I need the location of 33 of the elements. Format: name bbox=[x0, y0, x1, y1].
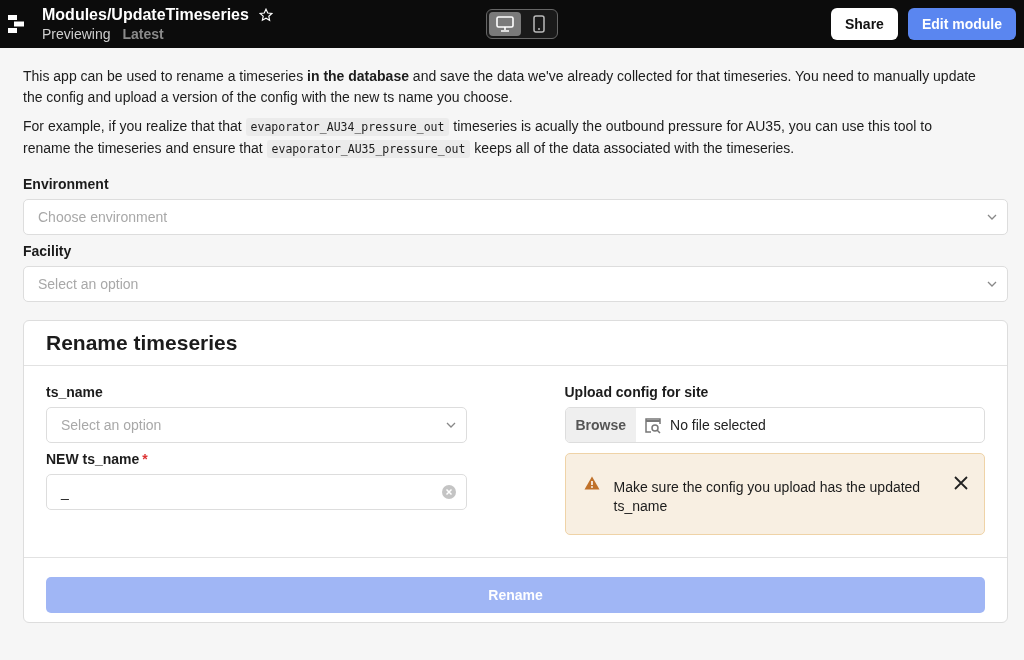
input-field[interactable]: _ bbox=[46, 474, 467, 510]
star-icon[interactable] bbox=[258, 8, 273, 22]
close-icon bbox=[954, 476, 968, 490]
field-label: NEW ts_name bbox=[46, 451, 140, 467]
required-mark: * bbox=[142, 451, 148, 467]
mode-label: Previewing bbox=[42, 26, 111, 42]
warning-icon bbox=[583, 476, 600, 490]
alert-message: Make sure the config you upload has the updated ts_name bbox=[613, 478, 922, 516]
field-label: ts_name bbox=[46, 384, 103, 400]
chevron-down-icon bbox=[987, 281, 997, 287]
browse-button[interactable]: Browse bbox=[565, 408, 637, 442]
file-status: No file selected bbox=[670, 417, 766, 433]
monitor-icon bbox=[495, 16, 514, 32]
edit-module-button[interactable]: Edit module bbox=[907, 8, 1016, 40]
file-input[interactable]: Browse No file selected bbox=[564, 407, 985, 443]
close-button[interactable] bbox=[954, 476, 968, 490]
module-title: Modules/UpdateTimeseries bbox=[42, 6, 249, 24]
description-paragraph: This app can be used to rename a timeseries in the database and save the data we've already collected for that timeseries. You need to manually update the config and upload a version of the config with the new ts name you choose. bbox=[23, 67, 977, 107]
view-toggle-button[interactable] bbox=[488, 12, 521, 36]
select-field[interactable]: Select an option bbox=[46, 407, 467, 443]
field-label: Facility bbox=[23, 243, 72, 259]
version-label: Latest bbox=[122, 26, 164, 42]
chevron-down-icon bbox=[445, 422, 456, 428]
field-label: Environment bbox=[23, 176, 109, 192]
select-field[interactable]: Choose environment bbox=[23, 199, 1008, 235]
chevron-down-icon bbox=[987, 214, 997, 220]
card-title: Rename timeseries bbox=[46, 331, 239, 355]
description-paragraph: For example, if you realize that that evaporator_AU34_pressure_out timeseries is acually the outbound pressure for AU35, you can use this tool to rename the timeseries and ensure that evaporator_AU35_pressure_out keeps all of the data associated with the timeseries. bbox=[23, 117, 933, 160]
field-label: Upload config for site bbox=[564, 384, 709, 400]
share-button[interactable]: Share bbox=[830, 8, 898, 40]
file-search-icon bbox=[644, 416, 663, 434]
select-field[interactable]: Select an option bbox=[23, 266, 1008, 302]
phone-icon bbox=[532, 15, 545, 33]
